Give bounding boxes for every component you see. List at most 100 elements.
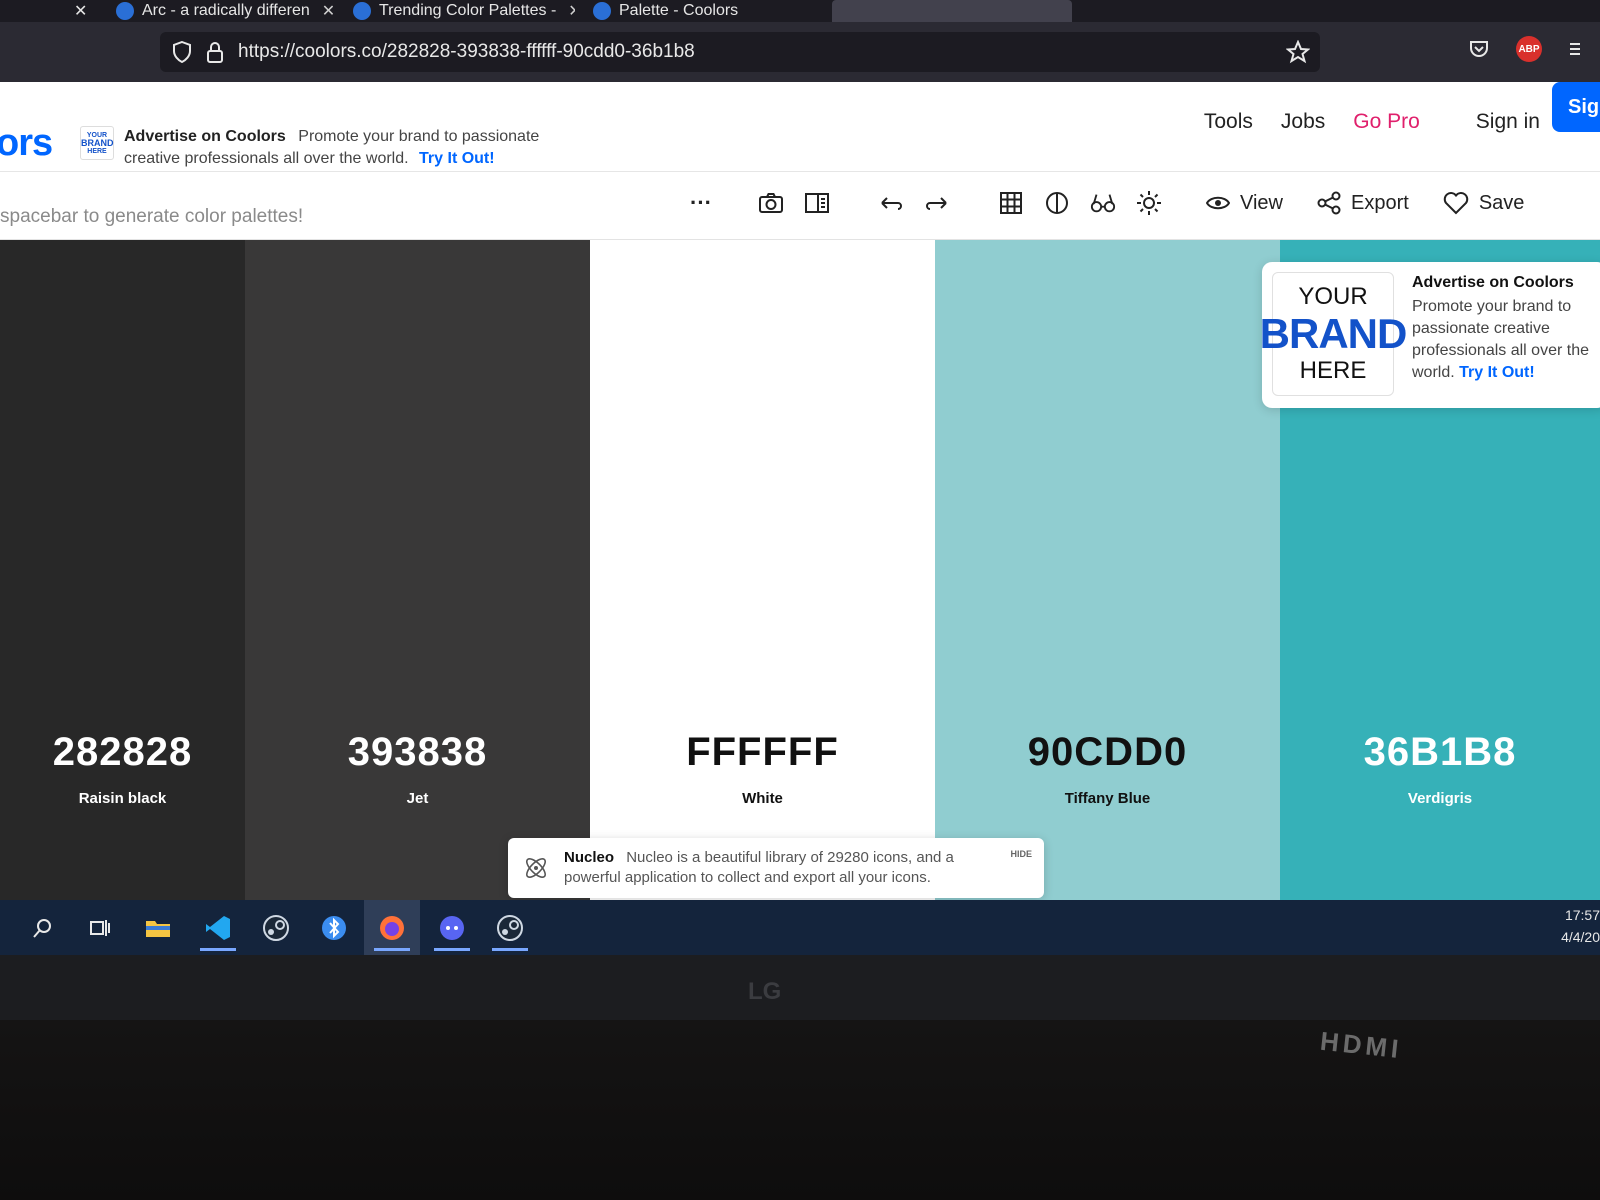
bluetooth-app-icon[interactable] (306, 900, 362, 955)
header-ad-text: Advertise on Coolors Promote your brand … (124, 126, 564, 170)
tab-palette[interactable]: Palette - Coolors (585, 0, 815, 22)
ad-link[interactable]: Try It Out! (419, 150, 495, 167)
ad-title: Advertise on Coolors (124, 128, 286, 145)
tab-title: Trending Color Palettes - (379, 2, 557, 19)
color-column-3[interactable]: FFFFFF White (590, 240, 935, 900)
side-panel-icon[interactable] (804, 190, 830, 216)
menu-icon[interactable] (1568, 38, 1582, 60)
undo-icon[interactable] (878, 190, 904, 216)
nav-tools[interactable]: Tools (1204, 110, 1253, 134)
close-icon[interactable]: ✕ (322, 1, 333, 21)
running-indicator (200, 948, 236, 951)
color-hex[interactable]: FFFFFF (590, 730, 935, 775)
nucleo-body: Nucleo is a beautiful library of 29280 i… (564, 849, 954, 886)
monitor-logo: LG (748, 978, 782, 1005)
clock-date: 4/4/20 (1561, 929, 1600, 945)
eye-icon (1206, 196, 1230, 210)
steam-icon[interactable] (482, 900, 538, 955)
brand-placeholder-logo: YOUR BRAND HERE (80, 126, 114, 160)
task-view-icon[interactable] (72, 900, 128, 955)
nucleo-ad[interactable]: Nucleo Nucleo is a beautiful library of … (508, 838, 1044, 898)
color-hex[interactable]: 393838 (245, 730, 590, 775)
hide-button[interactable]: HIDE (1010, 844, 1032, 864)
color-column-2[interactable]: 393838 Jet (245, 240, 590, 900)
toolbar-icons: ··· View Export Save (690, 190, 1524, 216)
lock-icon[interactable] (206, 41, 224, 63)
nav-sign-in[interactable]: Sign in (1476, 110, 1540, 134)
brightness-icon[interactable] (1136, 190, 1162, 216)
close-icon[interactable]: ✕ (74, 1, 87, 21)
header-nav: Tools Jobs Go Pro Sign in (1204, 110, 1540, 134)
ad-title: Advertise on Coolors (1412, 274, 1574, 291)
clock-time: 17:57 (1564, 907, 1600, 923)
color-column-1[interactable]: 282828 Raisin black (0, 240, 245, 900)
star-icon[interactable] (1286, 40, 1310, 64)
glasses-icon[interactable] (1090, 190, 1116, 216)
brand-placeholder-logo: YOUR BRAND HERE (1260, 272, 1407, 396)
close-icon[interactable]: ✕ (568, 1, 575, 21)
color-hex[interactable]: 282828 (0, 730, 245, 775)
tab-active[interactable] (832, 0, 1072, 22)
tab-bar: ✕ Arc - a radically differen ✕ Trending … (0, 0, 1600, 22)
color-name[interactable]: Jet (245, 790, 590, 807)
ad-link[interactable]: Try It Out! (1459, 364, 1535, 381)
sign-up-button[interactable]: Sig (1552, 82, 1600, 132)
nucleo-text: Nucleo Nucleo is a beautiful library of … (564, 848, 1004, 888)
tab-title: Palette - Coolors (619, 2, 739, 19)
more-options-button[interactable]: ··· (690, 190, 730, 216)
redo-icon[interactable] (924, 190, 950, 216)
color-name[interactable]: Verdigris (1280, 790, 1600, 807)
coolors-logo[interactable]: ors (0, 122, 53, 165)
contrast-icon[interactable] (1044, 190, 1070, 216)
toolbar-extensions: ABP (1468, 36, 1582, 62)
nav-go-pro[interactable]: Go Pro (1353, 110, 1420, 134)
discord-icon[interactable] (424, 900, 480, 955)
vscode-icon[interactable] (190, 900, 246, 955)
camera-icon[interactable] (758, 190, 784, 216)
pocket-icon[interactable] (1468, 38, 1490, 60)
color-name[interactable]: White (590, 790, 935, 807)
generate-hint: spacebar to generate color palettes! (0, 206, 304, 227)
nav-jobs[interactable]: Jobs (1281, 110, 1325, 134)
export-label: Export (1351, 191, 1409, 214)
palette-toolbar: spacebar to generate color palettes! ··· (0, 172, 1600, 240)
coolors-favicon-icon (353, 2, 371, 20)
navigation-bar: https://coolors.co/282828-393838-ffffff-… (0, 22, 1600, 82)
screen: ✕ Arc - a radically differen ✕ Trending … (0, 0, 1600, 955)
brand-line: HERE (1299, 357, 1367, 384)
taskbar: 17:57 4/4/20 (0, 900, 1600, 955)
color-column-4[interactable]: 90CDD0 Tiffany Blue (935, 240, 1280, 900)
view-label: View (1240, 191, 1283, 214)
brand-line: BRAND (1259, 310, 1408, 357)
shield-icon[interactable] (172, 41, 192, 63)
color-hex[interactable]: 90CDD0 (935, 730, 1280, 775)
url-text[interactable]: https://coolors.co/282828-393838-ffffff-… (238, 41, 695, 63)
close-tab-icon[interactable]: ✕ (66, 0, 95, 22)
tab-arc[interactable]: Arc - a radically differen ✕ (108, 0, 333, 22)
grid-icon[interactable] (998, 190, 1024, 216)
save-label: Save (1478, 191, 1525, 214)
ad-card[interactable]: YOUR BRAND HERE Advertise on Coolors Pro… (1260, 262, 1600, 408)
monitor-bezel (0, 955, 1600, 1020)
system-clock[interactable]: 17:57 4/4/20 (1561, 904, 1600, 948)
save-button[interactable]: Save (1443, 191, 1525, 215)
running-indicator (434, 948, 470, 951)
tab-trending[interactable]: Trending Color Palettes - ✕ (345, 0, 575, 22)
nucleo-title: Nucleo (564, 849, 615, 866)
color-name[interactable]: Tiffany Blue (935, 790, 1280, 807)
coolors-favicon-icon (593, 2, 611, 20)
color-hex[interactable]: 36B1B8 (1280, 730, 1600, 775)
site-header: ors YOUR BRAND HERE Advertise on Coolors… (0, 82, 1600, 172)
export-button[interactable]: Export (1317, 191, 1409, 215)
search-icon[interactable] (15, 900, 71, 955)
file-explorer-icon[interactable] (130, 900, 186, 955)
steam-icon[interactable] (248, 900, 304, 955)
view-button[interactable]: View (1206, 192, 1283, 215)
running-indicator (374, 948, 410, 951)
header-ad[interactable]: YOUR BRAND HERE Advertise on Coolors Pro… (80, 126, 564, 170)
color-name[interactable]: Raisin black (0, 790, 245, 807)
adblock-icon[interactable]: ABP (1516, 36, 1542, 62)
atom-icon (526, 858, 546, 878)
firefox-icon[interactable] (364, 900, 420, 955)
url-bar[interactable]: https://coolors.co/282828-393838-ffffff-… (160, 32, 1320, 72)
